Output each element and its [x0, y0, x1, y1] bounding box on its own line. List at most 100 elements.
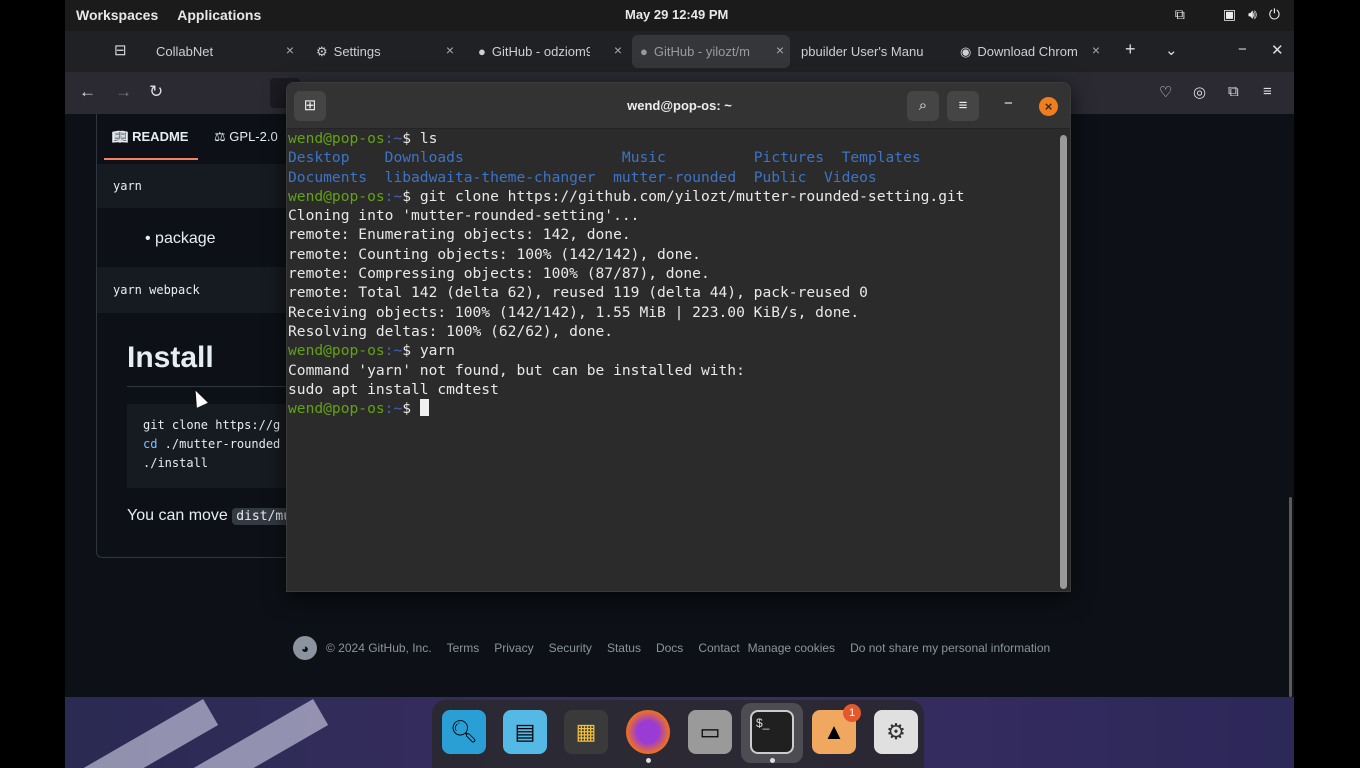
- hamburger-menu-icon[interactable]: ≡: [947, 91, 979, 121]
- tray-icon[interactable]: ▣: [1223, 6, 1236, 23]
- tab-close-icon[interactable]: ×: [1092, 42, 1100, 58]
- tab-label: GitHub - odziom91: [491, 44, 590, 59]
- github-footer: ◕ © 2024 GitHub, Inc. Terms Privacy Secu…: [293, 636, 1050, 660]
- ls-entry: Desktop: [288, 149, 350, 167]
- files-icon[interactable]: ▤: [503, 710, 547, 754]
- reload-icon[interactable]: ↻: [149, 82, 163, 102]
- volume-icon[interactable]: 🔊︎: [1248, 6, 1257, 23]
- tab-label: CollabNet: [156, 44, 214, 59]
- terminal-line: sudo apt install cmdtest: [288, 380, 499, 398]
- minimize-button[interactable]: −: [1238, 41, 1247, 58]
- terminal-line: remote: Total 142 (delta 62), reused 119…: [288, 284, 868, 302]
- list-item: • package: [145, 230, 216, 247]
- tab-download-chrome[interactable]: ◉ Download Chrom ×: [954, 35, 1106, 68]
- search-icon[interactable]: ⌕: [907, 91, 939, 121]
- notification-badge: 1: [843, 704, 861, 722]
- app-grid-icon[interactable]: ▦: [564, 710, 608, 754]
- forward-icon[interactable]: →: [115, 82, 132, 102]
- readme-tab[interactable]: 📖︎ README: [112, 129, 188, 145]
- search-icon[interactable]: 🔍︎: [442, 710, 486, 754]
- tab-settings[interactable]: ⚙ Settings ×: [308, 35, 460, 68]
- footer-link-terms[interactable]: Terms: [447, 641, 480, 655]
- terminal-line: Documents libadwaita-theme-changer mutte…: [288, 168, 1058, 187]
- close-window-button[interactable]: ✕: [1271, 41, 1284, 59]
- running-indicator: [646, 758, 651, 763]
- page-scrollbar[interactable]: [1289, 497, 1292, 697]
- tab-label: pbuilder User's Manu: [801, 44, 923, 59]
- ls-entry: [490, 149, 622, 166]
- tab-group-icon[interactable]: ⊟: [114, 41, 127, 59]
- back-icon[interactable]: ←: [79, 82, 96, 102]
- terminal-output[interactable]: wend@pop-os:~$ ls Desktop Downloads Music…: [288, 129, 1058, 591]
- tab-close-icon[interactable]: ×: [286, 42, 294, 58]
- license-tab[interactable]: ⚖ GPL-2.0: [214, 129, 278, 145]
- text-cursor: [419, 399, 429, 417]
- dock: 🔍︎ ▤ ▦ ▭ $_ ▲ 1 ⚙: [432, 700, 924, 768]
- prompt-user: wend@pop-os: [288, 130, 385, 147]
- display-icon[interactable]: ⧉: [1175, 6, 1185, 23]
- install-heading: Install: [127, 341, 214, 374]
- paragraph: You can move dist/mu: [127, 507, 296, 525]
- extensions-icon[interactable]: ⧉: [1228, 83, 1239, 100]
- settings-icon[interactable]: ⚙: [874, 710, 918, 754]
- terminal-headerbar[interactable]: ⊞ wend@pop-os: ~ ⌕ ≡ − ×: [287, 83, 1070, 129]
- terminal-line: Receiving objects: 100% (142/142), 1.55 …: [288, 303, 860, 321]
- prompt-user: wend@pop-os: [288, 400, 385, 418]
- terminal-close-button[interactable]: ×: [1039, 97, 1058, 116]
- terminal-command: ls: [419, 130, 438, 147]
- tab-pbuilder[interactable]: pbuilder User's Manu: [792, 35, 950, 68]
- footer-link-do-not-share[interactable]: Do not share my personal information: [850, 641, 1050, 655]
- terminal-line: Command 'yarn' not found, but can be ins…: [288, 361, 745, 379]
- ls-entry: Downloads: [384, 149, 464, 167]
- new-tab-button[interactable]: +: [1125, 39, 1136, 60]
- ls-entry: Public: [753, 168, 807, 186]
- terminal-line: remote: Compressing objects: 100% (87/87…: [288, 265, 710, 283]
- terminal-scrollbar[interactable]: [1060, 135, 1067, 589]
- clock[interactable]: May 29 12:49 PM: [625, 7, 728, 22]
- footer-link-security[interactable]: Security: [549, 641, 592, 655]
- gear-icon: ⚙: [316, 43, 328, 59]
- license-tab-label: GPL-2.0: [229, 129, 278, 144]
- tab-list-button[interactable]: ⌄: [1165, 41, 1178, 59]
- tab-github-yilozt[interactable]: ● GitHub - yilozt/m ×: [632, 35, 790, 68]
- footer-link-privacy[interactable]: Privacy: [494, 641, 533, 655]
- tab-github-odziom[interactable]: ● GitHub - odziom91 ×: [470, 35, 628, 68]
- tab-close-icon[interactable]: ×: [446, 42, 454, 58]
- github-logo-icon[interactable]: ◕: [293, 636, 317, 660]
- terminal-minimize-button[interactable]: −: [1004, 95, 1013, 112]
- footer-link-docs[interactable]: Docs: [656, 641, 683, 655]
- tab-close-icon[interactable]: ×: [776, 42, 784, 58]
- terminal-line: remote: Counting objects: 100% (142/142)…: [288, 245, 701, 263]
- code-line: yarn webpack: [113, 283, 200, 297]
- folder-icon[interactable]: ▭: [688, 710, 732, 754]
- chrome-icon: ◉: [960, 43, 972, 59]
- top-panel: Workspaces Applications May 29 12:49 PM …: [65, 0, 1294, 31]
- terminal-icon[interactable]: $_: [750, 710, 794, 754]
- code-text: ./mutter-rounded: [157, 437, 281, 451]
- footer-link-manage-cookies[interactable]: Manage cookies: [748, 641, 835, 655]
- prompt-symbol: $: [402, 342, 420, 360]
- pocket-icon[interactable]: ♡: [1159, 83, 1172, 101]
- applications-button[interactable]: Applications: [177, 7, 261, 23]
- menu-icon[interactable]: ≡: [1263, 83, 1272, 100]
- terminal-line: Resolving deltas: 100% (62/62), done.: [288, 322, 614, 340]
- ls-entry: mutter-rounded: [613, 168, 737, 186]
- prompt-symbol: $: [402, 187, 420, 205]
- prompt-path: :~: [384, 187, 403, 205]
- scale-icon: ⚖: [214, 129, 230, 144]
- footer-link-contact[interactable]: Contact: [698, 641, 739, 655]
- account-icon[interactable]: ◎: [1193, 83, 1206, 101]
- github-icon: ●: [478, 44, 486, 59]
- terminal-window[interactable]: ⊞ wend@pop-os: ~ ⌕ ≡ − × wend@pop-os:~$ …: [286, 82, 1071, 592]
- power-icon[interactable]: ⏻: [1269, 6, 1280, 23]
- tab-collabnet[interactable]: CollabNet ×: [145, 35, 300, 68]
- footer-copyright: © 2024 GitHub, Inc.: [326, 641, 432, 655]
- prompt-symbol: $: [402, 400, 420, 418]
- terminal-line: Cloning into 'mutter-rounded-setting'...: [288, 207, 640, 225]
- footer-link-status[interactable]: Status: [607, 641, 641, 655]
- tab-close-icon[interactable]: ×: [614, 42, 622, 58]
- firefox-icon[interactable]: [626, 710, 670, 754]
- paragraph-text: You can move: [127, 507, 233, 524]
- workspaces-button[interactable]: Workspaces: [76, 7, 158, 23]
- ls-entry: Documents: [288, 168, 368, 186]
